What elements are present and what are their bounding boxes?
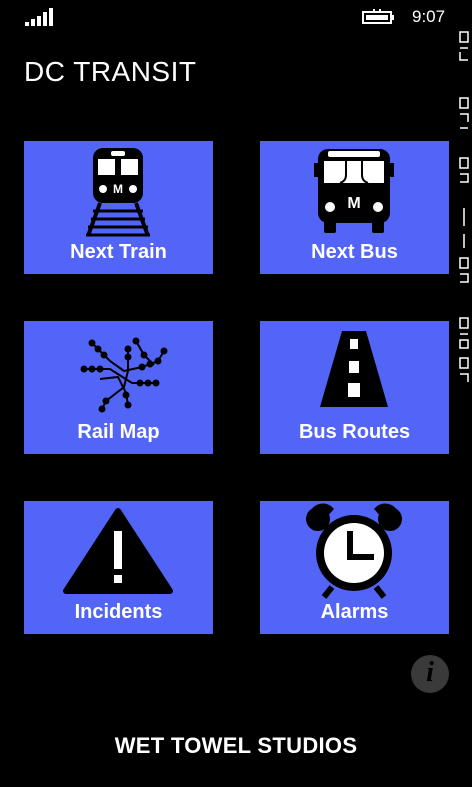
alarm-clock-icon — [306, 503, 402, 599]
rail-map-tile[interactable]: Rail Map — [24, 321, 213, 454]
clock-time: 9:07 — [412, 7, 446, 26]
incidents-label: Incidents — [74, 601, 163, 623]
info-button[interactable]: i — [411, 655, 449, 693]
warning-icon — [63, 508, 173, 594]
metro-bus-icon: M — [314, 149, 394, 233]
status-bar: 9:07 — [0, 0, 472, 36]
svg-text:M: M — [347, 195, 360, 212]
rail-map-icon — [80, 337, 168, 413]
next-train-label: Next Train — [70, 241, 167, 263]
alarms-tile[interactable]: Alarms — [260, 501, 449, 634]
signal-bars-icon — [25, 8, 53, 26]
bus-routes-label: Bus Routes — [298, 421, 411, 443]
footer-studio-name: WET TOWEL STUDIOS — [114, 733, 358, 758]
next-page-peek — [459, 31, 469, 382]
next-train-tile[interactable]: M Next Train — [24, 141, 213, 274]
metro-train-icon: M — [86, 148, 150, 237]
rail-map-label: Rail Map — [77, 421, 160, 443]
bus-routes-tile[interactable]: Bus Routes — [260, 321, 449, 454]
info-icon: i — [426, 657, 434, 688]
svg-text:M: M — [113, 182, 123, 196]
next-bus-tile[interactable]: M Next Bus — [260, 141, 449, 274]
battery-charging-icon — [362, 9, 394, 24]
alarms-label: Alarms — [320, 601, 389, 623]
app-title: DC TRANSIT — [24, 56, 197, 87]
incidents-tile[interactable]: Incidents — [24, 501, 213, 634]
next-bus-label: Next Bus — [311, 241, 398, 263]
road-icon — [320, 331, 388, 407]
